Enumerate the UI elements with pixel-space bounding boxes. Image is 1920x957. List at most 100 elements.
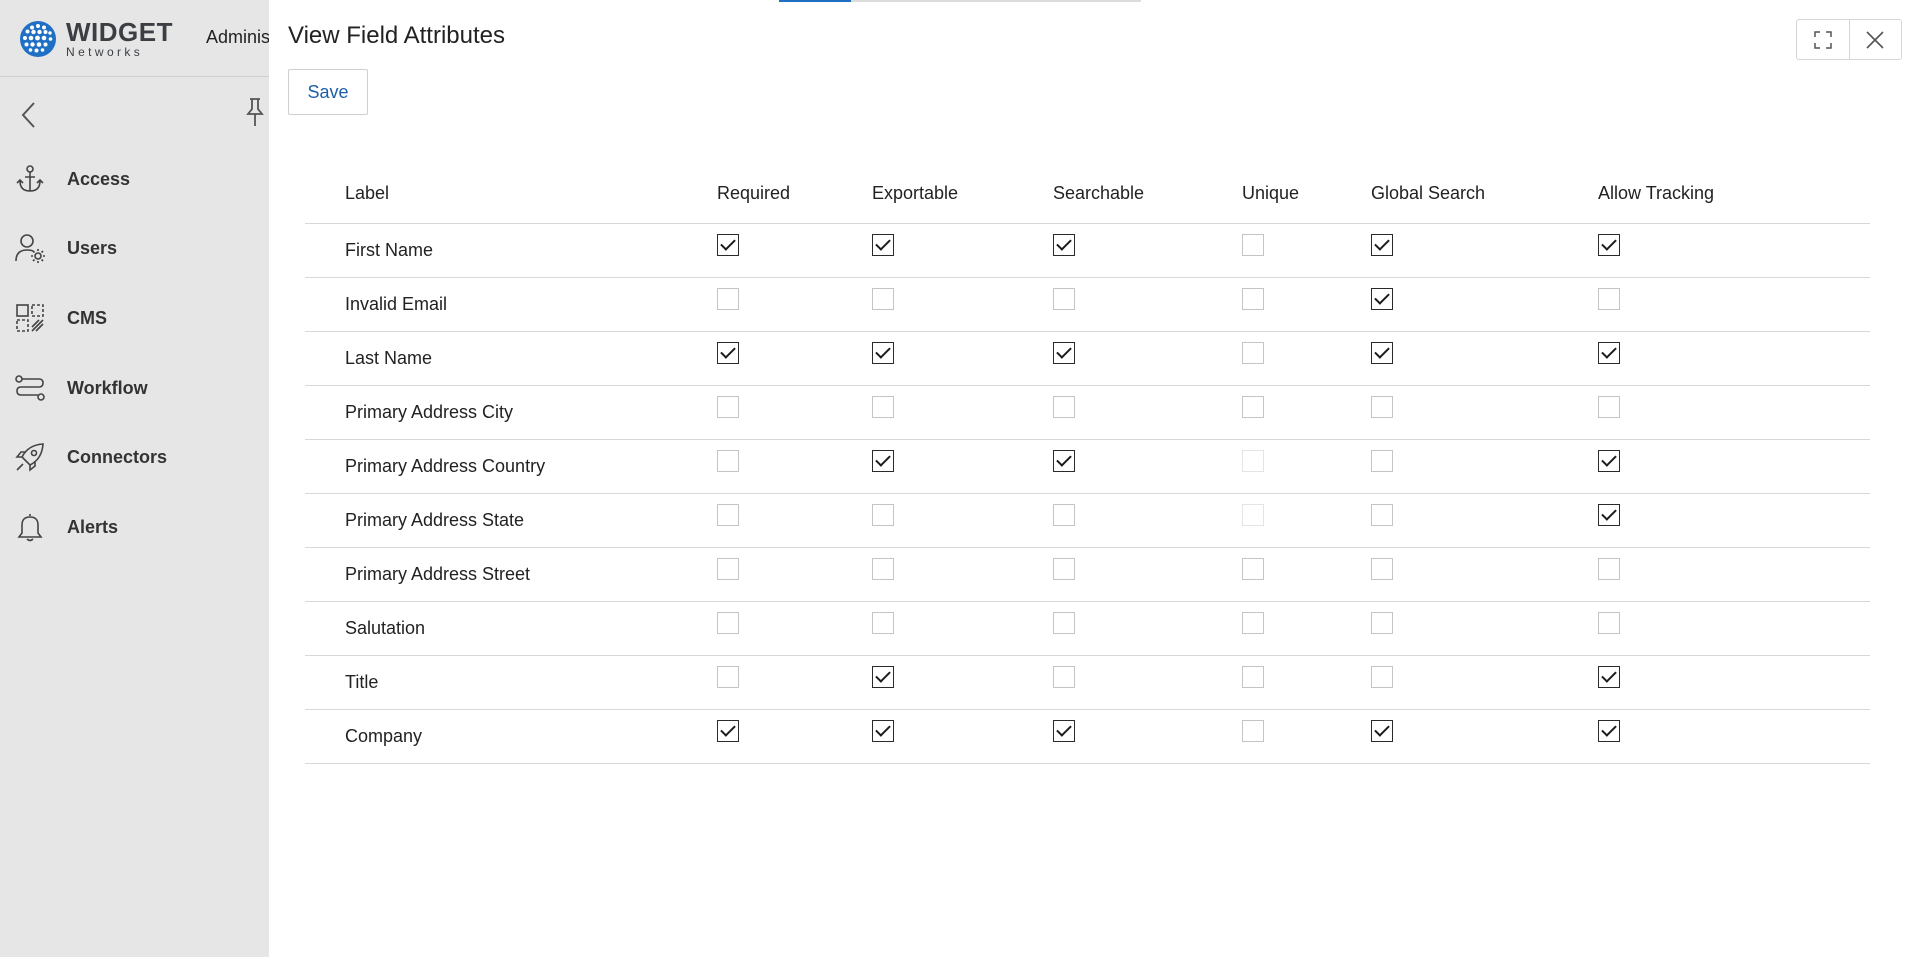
unique-checkbox xyxy=(1242,449,1264,472)
global-search-checkbox[interactable] xyxy=(1371,665,1393,688)
cell-required xyxy=(717,385,872,440)
required-checkbox[interactable] xyxy=(717,287,739,310)
window-controls xyxy=(1796,19,1902,60)
bell-icon xyxy=(17,514,43,542)
searchable-checkbox[interactable] xyxy=(1053,233,1075,256)
cell-allow-tracking xyxy=(1598,439,1870,494)
global-search-checkbox[interactable] xyxy=(1371,233,1393,256)
searchable-checkbox[interactable] xyxy=(1053,719,1075,742)
searchable-checkbox[interactable] xyxy=(1053,503,1075,526)
allow-tracking-checkbox[interactable] xyxy=(1598,395,1620,418)
field-label: Last Name xyxy=(305,331,717,386)
required-checkbox[interactable] xyxy=(717,611,739,634)
required-checkbox[interactable] xyxy=(717,449,739,472)
sidebar-item-users[interactable]: Users xyxy=(14,228,264,268)
exportable-checkbox[interactable] xyxy=(872,287,894,310)
table-body: First Name Invalid Email Last Name Primary … xyxy=(305,223,1870,764)
allow-tracking-checkbox[interactable] xyxy=(1598,233,1620,256)
global-search-checkbox[interactable] xyxy=(1371,341,1393,364)
required-checkbox[interactable] xyxy=(717,665,739,688)
pin-sidebar-button[interactable] xyxy=(241,95,269,129)
searchable-checkbox[interactable] xyxy=(1053,287,1075,310)
unique-checkbox[interactable] xyxy=(1242,557,1264,580)
allow-tracking-checkbox[interactable] xyxy=(1598,449,1620,472)
required-checkbox[interactable] xyxy=(717,503,739,526)
unique-checkbox[interactable] xyxy=(1242,611,1264,634)
cell-global-search xyxy=(1371,331,1598,386)
exportable-checkbox[interactable] xyxy=(872,395,894,418)
chevron-left-icon xyxy=(21,102,35,128)
allow-tracking-checkbox[interactable] xyxy=(1598,611,1620,634)
unique-checkbox xyxy=(1242,503,1264,526)
table-row: Company xyxy=(305,709,1870,764)
close-button[interactable] xyxy=(1848,20,1901,59)
global-search-checkbox[interactable] xyxy=(1371,503,1393,526)
exportable-checkbox[interactable] xyxy=(872,503,894,526)
section-title[interactable]: Adminis xyxy=(206,27,270,48)
exportable-checkbox[interactable] xyxy=(872,341,894,364)
sidebar-item-cms[interactable]: CMS xyxy=(14,298,264,338)
exportable-checkbox[interactable] xyxy=(872,665,894,688)
global-search-checkbox[interactable] xyxy=(1371,611,1393,634)
maximize-button[interactable] xyxy=(1797,20,1849,59)
cell-global-search xyxy=(1371,601,1598,656)
field-attributes-panel: View Field Attributes Save Label Require… xyxy=(269,0,1920,957)
column-header-exportable: Exportable xyxy=(872,165,1053,224)
cell-exportable xyxy=(872,655,1053,710)
cell-unique xyxy=(1242,223,1371,278)
widget-logo[interactable]: WIDGET Networks xyxy=(19,19,173,58)
unique-checkbox[interactable] xyxy=(1242,719,1264,742)
cell-exportable xyxy=(872,223,1053,278)
allow-tracking-checkbox[interactable] xyxy=(1598,665,1620,688)
searchable-checkbox[interactable] xyxy=(1053,341,1075,364)
allow-tracking-checkbox[interactable] xyxy=(1598,287,1620,310)
unique-checkbox[interactable] xyxy=(1242,233,1264,256)
cell-unique xyxy=(1242,277,1371,332)
collapse-sidebar-button[interactable] xyxy=(14,98,44,132)
unique-checkbox[interactable] xyxy=(1242,665,1264,688)
searchable-checkbox[interactable] xyxy=(1053,665,1075,688)
searchable-checkbox[interactable] xyxy=(1053,449,1075,472)
allow-tracking-checkbox[interactable] xyxy=(1598,557,1620,580)
cell-allow-tracking xyxy=(1598,277,1870,332)
global-search-checkbox[interactable] xyxy=(1371,557,1393,580)
table-row: First Name xyxy=(305,223,1870,278)
cell-required xyxy=(717,547,872,602)
required-checkbox[interactable] xyxy=(717,395,739,418)
required-checkbox[interactable] xyxy=(717,719,739,742)
cell-searchable xyxy=(1053,709,1242,764)
unique-checkbox[interactable] xyxy=(1242,287,1264,310)
sidebar-item-alerts[interactable]: Alerts xyxy=(14,507,264,547)
field-label: Salutation xyxy=(305,601,717,656)
expand-icon xyxy=(1814,30,1832,49)
allow-tracking-checkbox[interactable] xyxy=(1598,341,1620,364)
unique-checkbox[interactable] xyxy=(1242,395,1264,418)
allow-tracking-checkbox[interactable] xyxy=(1598,503,1620,526)
searchable-checkbox[interactable] xyxy=(1053,395,1075,418)
save-button[interactable]: Save xyxy=(288,69,368,115)
required-checkbox[interactable] xyxy=(717,233,739,256)
required-checkbox[interactable] xyxy=(717,557,739,580)
cell-searchable xyxy=(1053,547,1242,602)
exportable-checkbox[interactable] xyxy=(872,233,894,256)
global-search-checkbox[interactable] xyxy=(1371,395,1393,418)
searchable-checkbox[interactable] xyxy=(1053,557,1075,580)
exportable-checkbox[interactable] xyxy=(872,557,894,580)
cell-global-search xyxy=(1371,223,1598,278)
sidebar-item-workflow[interactable]: Workflow xyxy=(14,368,264,408)
unique-checkbox[interactable] xyxy=(1242,341,1264,364)
sidebar-item-connectors[interactable]: Connectors xyxy=(14,437,264,477)
searchable-checkbox[interactable] xyxy=(1053,611,1075,634)
cell-unique xyxy=(1242,655,1371,710)
global-search-checkbox[interactable] xyxy=(1371,287,1393,310)
required-checkbox[interactable] xyxy=(717,341,739,364)
global-search-checkbox[interactable] xyxy=(1371,449,1393,472)
allow-tracking-checkbox[interactable] xyxy=(1598,719,1620,742)
exportable-checkbox[interactable] xyxy=(872,719,894,742)
cell-unique xyxy=(1242,493,1371,548)
cell-unique xyxy=(1242,385,1371,440)
global-search-checkbox[interactable] xyxy=(1371,719,1393,742)
sidebar-item-access[interactable]: Access xyxy=(14,159,264,199)
exportable-checkbox[interactable] xyxy=(872,449,894,472)
exportable-checkbox[interactable] xyxy=(872,611,894,634)
